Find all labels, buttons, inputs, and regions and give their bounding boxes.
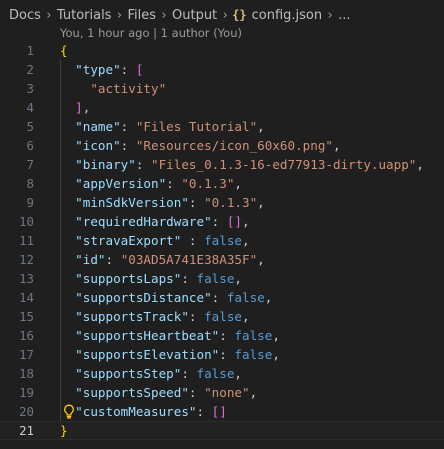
json-key: "requiredHardware" xyxy=(75,214,212,229)
line-number: 16 xyxy=(19,328,34,343)
json-key: "stravaExport" xyxy=(75,233,182,248)
code-editor[interactable]: 1{ 2 "type": [ 3 "activity" 4 ], 5 "name… xyxy=(0,41,444,440)
line-number: 3 xyxy=(26,81,34,96)
line-number: 15 xyxy=(19,309,34,324)
code-line: 14 "supportsDistance": false, xyxy=(0,288,444,307)
chevron-right-icon: › xyxy=(327,7,333,23)
json-boolean: false xyxy=(226,290,265,305)
code-line: 9 "minSdkVersion": "0.1.3", xyxy=(0,193,444,212)
code-line: 5 "name": "Files Tutorial", xyxy=(0,117,444,136)
line-number: 4 xyxy=(26,100,34,115)
json-string: "03AD5A741E38A35F" xyxy=(120,252,258,267)
line-number: 9 xyxy=(26,195,34,210)
line-number: 6 xyxy=(26,138,34,153)
lightbulb-icon[interactable] xyxy=(62,404,76,419)
code-line: 15 "supportsTrack": false, xyxy=(0,307,444,326)
json-boolean: false xyxy=(196,366,235,381)
code-line: 16 "supportsHeartbeat": false, xyxy=(0,326,444,345)
line-number: 14 xyxy=(19,290,34,305)
json-key: "id" xyxy=(75,252,106,267)
code-line: 13 "supportsLaps": false, xyxy=(0,269,444,288)
line-number: 17 xyxy=(19,347,34,362)
code-line: 20 "customMeasures": [] xyxy=(0,402,444,421)
line-number: 19 xyxy=(19,385,34,400)
breadcrumb-item-output[interactable]: Output xyxy=(171,8,218,23)
code-line: 2 "type": [ xyxy=(0,60,444,79)
breadcrumb-ellipsis[interactable]: ... xyxy=(337,8,351,23)
json-key: "supportsElevation" xyxy=(75,347,220,362)
json-string: "0.1.3" xyxy=(204,195,258,210)
code-line: 6 "icon": "Resources/icon_60x60.png", xyxy=(0,136,444,155)
json-key: "type" xyxy=(75,62,121,77)
json-string: "Files Tutorial" xyxy=(135,119,258,134)
breadcrumb-item-config-json[interactable]: config.json xyxy=(251,8,324,23)
json-key: "supportsLaps" xyxy=(75,271,182,286)
code-line: 3 "activity" xyxy=(0,79,444,98)
json-boolean: false xyxy=(196,271,235,286)
json-key: "supportsSpeed" xyxy=(75,385,189,400)
line-number: 20 xyxy=(19,404,34,419)
json-string: "activity" xyxy=(90,81,167,96)
line-number: 7 xyxy=(26,157,34,172)
json-string: "Resources/icon_60x60.png" xyxy=(135,138,333,153)
code-line: 1{ xyxy=(0,41,444,60)
json-key: "name" xyxy=(75,119,121,134)
line-number: 21 xyxy=(19,423,34,438)
breadcrumb-item-docs[interactable]: Docs xyxy=(8,8,42,23)
line-number: 2 xyxy=(26,62,34,77)
json-boolean: false xyxy=(234,328,273,343)
code-line: 19 "supportsSpeed": "none", xyxy=(0,383,444,402)
code-line-current: 21} xyxy=(0,421,444,440)
json-key: "supportsHeartbeat" xyxy=(75,328,220,343)
json-boolean: false xyxy=(234,347,273,362)
code-line: 7 "binary": "Files_0.1.3-16-ed77913-dirt… xyxy=(0,155,444,174)
json-key: "supportsStep" xyxy=(75,366,182,381)
line-number: 18 xyxy=(19,366,34,381)
json-boolean: false xyxy=(204,233,242,248)
code-line: 8 "appVersion": "0.1.3", xyxy=(0,174,444,193)
line-number: 1 xyxy=(26,43,34,58)
line-number: 5 xyxy=(26,119,34,134)
json-key: "customMeasures" xyxy=(75,404,197,419)
json-key: "supportsDistance" xyxy=(75,290,212,305)
git-blame-codelens[interactable]: You, 1 hour ago | 1 author (You) xyxy=(60,26,242,40)
code-line: 17 "supportsElevation": false, xyxy=(0,345,444,364)
code-line: 12 "id": "03AD5A741E38A35F", xyxy=(0,250,444,269)
line-number: 10 xyxy=(19,214,34,229)
line-number: 11 xyxy=(19,233,34,248)
code-line: 4 ], xyxy=(0,98,444,117)
line-number: 8 xyxy=(26,176,34,191)
json-key: "supportsTrack" xyxy=(75,309,189,324)
code-line: 18 "supportsStep": false, xyxy=(0,364,444,383)
chevron-right-icon: › xyxy=(46,7,52,23)
code-line: 11 "stravaExport" : false, xyxy=(0,231,444,250)
chevron-right-icon: › xyxy=(161,7,167,23)
code-line: 10 "requiredHardware": [], xyxy=(0,212,444,231)
json-string: "Files_0.1.3-16-ed77913-dirty.uapp" xyxy=(151,157,417,172)
json-key: "icon" xyxy=(75,138,121,153)
line-number: 12 xyxy=(19,252,34,267)
json-key: "minSdkVersion" xyxy=(75,195,189,210)
json-key: "binary" xyxy=(75,157,136,172)
breadcrumb-item-tutorials[interactable]: Tutorials xyxy=(56,8,113,23)
json-string: "0.1.3" xyxy=(181,176,235,191)
json-key: "appVersion" xyxy=(75,176,167,191)
json-boolean: false xyxy=(204,309,242,324)
chevron-right-icon: › xyxy=(222,7,228,23)
line-number: 13 xyxy=(19,271,34,286)
json-string: "none" xyxy=(204,385,250,400)
json-braces-icon: {} xyxy=(232,8,247,22)
breadcrumb-item-files[interactable]: Files xyxy=(126,8,157,23)
chevron-right-icon: › xyxy=(116,7,123,23)
